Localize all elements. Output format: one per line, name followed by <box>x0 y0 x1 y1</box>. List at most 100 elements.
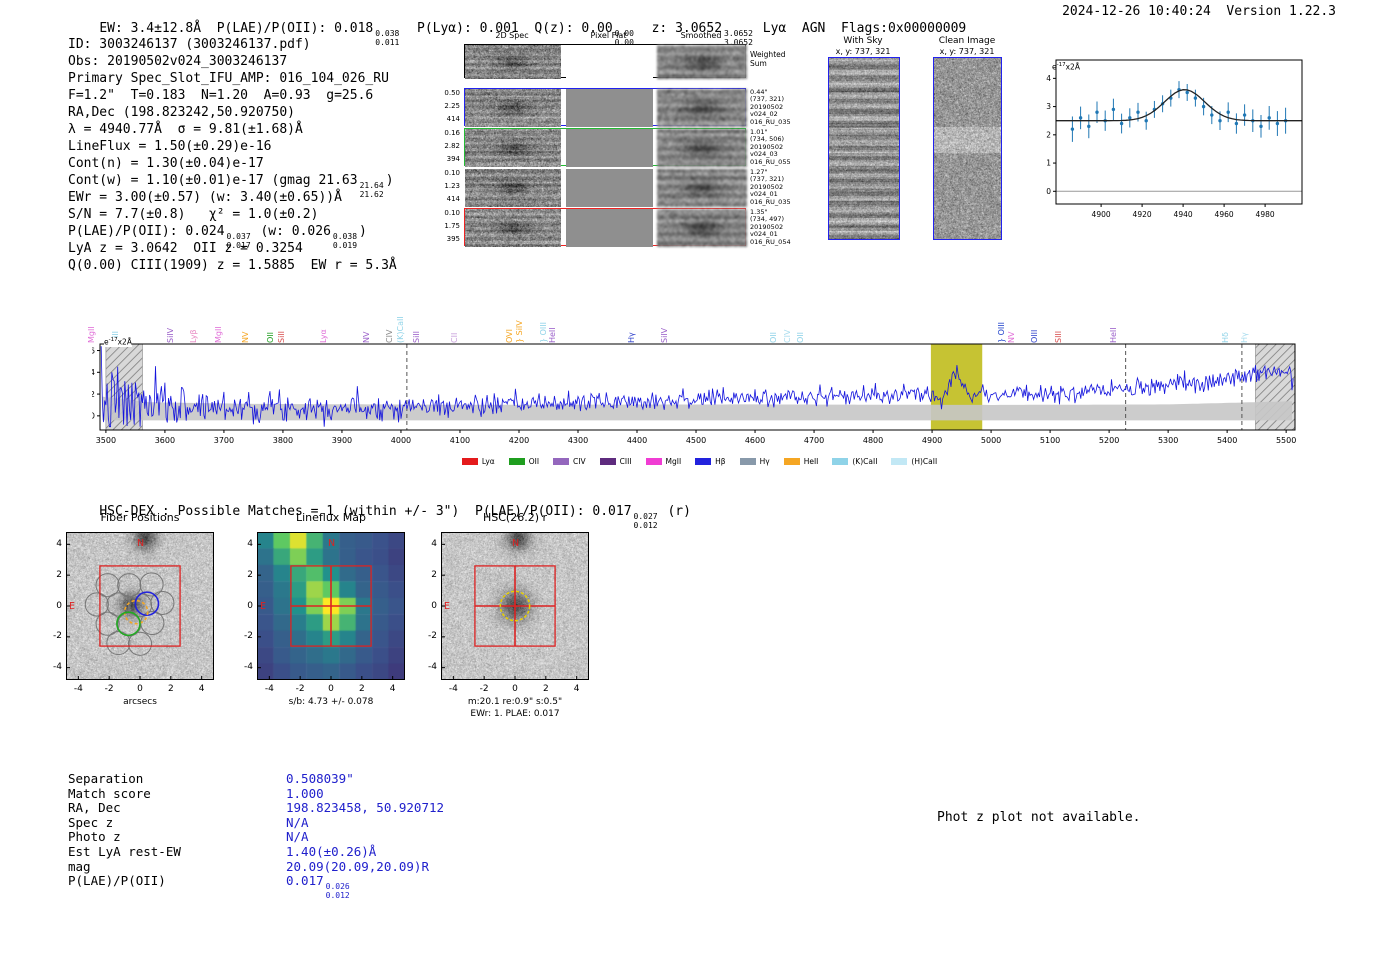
spectrum-line-legend: Lyα OII CIV CIII MgII Hβ Hγ HeII (K)CaII (H)CaII <box>92 450 1307 469</box>
spec2d-row-3-annotation-4: 016_RU_035 <box>750 197 791 206</box>
cutout-fiber-title: Fiber Positions <box>100 511 180 524</box>
zoom-flux-units-label: e-17x2Å <box>1052 62 1080 72</box>
svg-text:4500: 4500 <box>686 436 706 445</box>
spec2d-row-2-2d-image <box>465 129 561 167</box>
match-label-2: RA, Dec <box>68 800 121 816</box>
spec2d-row-4-smoothed-image <box>657 209 747 247</box>
spec2d-row-2-smoothed-image <box>657 129 747 167</box>
cutout-hsc-title: HSC(26.2) r <box>482 511 548 524</box>
legend-label-8: (K)CaII <box>852 457 878 466</box>
legend-swatch-2 <box>553 458 570 465</box>
cutout-lineflux-ytick--4: -4 <box>244 662 253 673</box>
svg-text:4100: 4100 <box>450 436 470 445</box>
withsky-xy: x, y: 737, 321 <box>835 47 891 56</box>
match-table-row-1: Match score 1.000 <box>68 785 444 802</box>
detection-info-block: ID: 3003246137 (3003246137.pdf) Obs: 2019… <box>68 36 397 274</box>
svg-text:4920: 4920 <box>1133 210 1152 219</box>
legend-item-9: (H)CaII <box>891 457 937 466</box>
legend-item-0: Lyα <box>461 457 495 466</box>
svg-text:4940: 4940 <box>1174 210 1193 219</box>
svg-text:6: 6 <box>92 346 95 355</box>
svg-text:N: N <box>512 538 519 549</box>
match-table-row-2: RA, Dec 198.823458, 50.920712 <box>68 800 445 816</box>
cutout-hsc-ytick--2: -2 <box>428 631 437 642</box>
svg-text:5500: 5500 <box>1276 436 1296 445</box>
clean-xy: x, y: 737, 321 <box>939 47 995 56</box>
cutout-fiber-ytick-0: 0 <box>56 600 62 611</box>
svg-text:5300: 5300 <box>1158 436 1178 445</box>
spec2d-row-4-left-label-2: 395 <box>446 235 460 243</box>
match-label-1: Match score <box>68 785 151 801</box>
weighted-sum-label: Weighted Sum <box>750 50 786 68</box>
spec2d-row-1-annotation-4: 016_RU_035 <box>750 117 791 126</box>
cutout-hsc-caption1: m:20.1 re:0.9" s:0.5" <box>467 697 563 707</box>
match-value-2: 198.823458, 50.920712 <box>286 800 445 816</box>
legend-swatch-4 <box>645 458 662 465</box>
legend-swatch-0 <box>461 458 478 465</box>
cutout-hsc-overlay: NE <box>441 532 589 680</box>
svg-text:5000: 5000 <box>981 436 1001 445</box>
cutout-fiber-ytick-2: 2 <box>56 569 62 580</box>
catalog-match-table: Separation 0.508039" Match score 1.000 RA, D… <box>68 771 445 900</box>
clean-title: Clean Image <box>938 36 996 46</box>
legend-label-0: Lyα <box>481 457 495 466</box>
cutout-lineflux-caption: s/b: 4.73 +/- 0.078 <box>288 697 374 707</box>
legend-item-8: (K)CaII <box>832 457 877 466</box>
info-line-3: F=1.2" T=0.183 N=1.20 A=0.93 g=25.6 <box>68 88 374 103</box>
legend-label-1: OII <box>528 457 540 466</box>
svg-text:N: N <box>137 538 144 549</box>
cutout-hsc-xtick-0: 0 <box>512 684 518 694</box>
svg-text:3800: 3800 <box>273 436 293 445</box>
match-table-row-5: Est LyA rest-EW 1.40(±0.26)Å <box>68 843 444 860</box>
legend-label-2: CIV <box>573 457 586 466</box>
legend-swatch-5 <box>695 458 712 465</box>
svg-text:4: 4 <box>92 368 95 377</box>
spec2d-row-2-annotation-4: 016_RU_055 <box>750 157 791 166</box>
spec2d-row-1-left-label-0: 0.50 <box>444 89 460 97</box>
match-value-7: 0.017 <box>286 873 324 889</box>
cutout-fiber-overlay: NE <box>66 532 214 680</box>
spec2d-row-1-2d-image <box>465 89 561 127</box>
hsc-r-cutout: HSC(26.2) r N E -4 -4 -2 -2 0 0 2 2 4 4 m:20.1 re:0.9… <box>415 505 615 730</box>
match-table-row-0: Separation 0.508039" <box>68 771 444 787</box>
spec2d-row-1 <box>464 88 747 127</box>
svg-text:4300: 4300 <box>568 436 588 445</box>
spec2d-row-2-left-label-2: 394 <box>446 155 460 163</box>
svg-text:3500: 3500 <box>96 436 116 445</box>
clean-image <box>933 57 1002 240</box>
cutout-fiber-xtick--4: -4 <box>73 684 83 694</box>
info-line-9: EWr = 3.00(±0.57) (w: 3.40(±0.65))Å <box>68 190 342 205</box>
spec2d-row-2-left-label-1: 2.82 <box>444 142 460 150</box>
info-line-8: Cont(w) = 1.10(±0.01)e-17 (gmag 21.63 21.… <box>68 173 394 199</box>
match-value-5: 1.40(±0.26)Å <box>286 843 377 859</box>
info-line-2: Primary Spec_Slot_IFU_AMP: 016_104_026_R… <box>68 71 389 86</box>
spec2d-row-0-pixelflat <box>566 45 653 79</box>
cutout-hsc-plot: NE <box>441 532 589 680</box>
cutout-fiber-ytick-4: 4 <box>56 538 62 549</box>
svg-text:4960: 4960 <box>1215 210 1234 219</box>
svg-text:4900: 4900 <box>922 436 942 445</box>
spec2d-row-1-pixelflat <box>566 89 653 127</box>
legend-item-3: CIII <box>599 457 632 466</box>
cutout-hsc-ytick-0: 0 <box>431 600 437 611</box>
match-table-row-7: P(LAE)/P(OII) 0.017 0.026 0.012 <box>68 873 350 900</box>
spec2d-row-4 <box>464 208 747 247</box>
spec2d-row-2 <box>464 128 747 167</box>
legend-swatch-3 <box>599 458 616 465</box>
match-value-4: N/A <box>286 829 309 845</box>
match-value-6: 20.09(20.09,20.09)R <box>286 858 429 874</box>
spec2d-row-3-left-label-1: 1.23 <box>444 182 460 190</box>
cutout-lineflux-xtick-0: 0 <box>328 684 334 694</box>
match-table-row-4: Photo z N/A <box>68 830 444 845</box>
main-flux-units-label: e-17x2Å <box>104 337 132 347</box>
cutout-hsc-ytick-4: 4 <box>431 538 437 549</box>
info-line-1: Obs: 20190502v024_3003246137 <box>68 54 288 69</box>
spec2d-col-header-2dspec: 2D Spec <box>495 31 529 40</box>
spec2d-row-1-left-label-1: 2.25 <box>444 102 460 110</box>
spec2d-col-header-smoothed: Smoothed <box>680 31 722 40</box>
info-line-6: LineFlux = 1.50(±0.29)e-16 <box>68 139 272 154</box>
spec2d-row-3 <box>464 168 747 207</box>
hsc-dex-band: (r) <box>659 504 691 519</box>
legend-swatch-6 <box>739 458 756 465</box>
legend-swatch-8 <box>832 458 849 465</box>
